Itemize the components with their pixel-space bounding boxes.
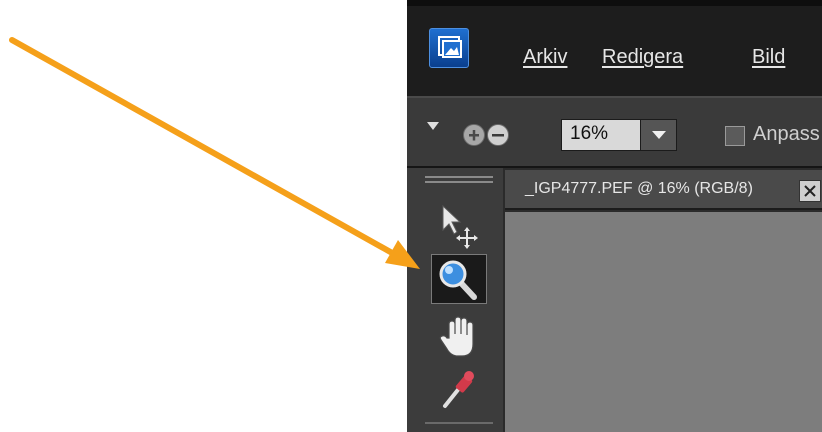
annotation-arrow <box>9 37 420 269</box>
